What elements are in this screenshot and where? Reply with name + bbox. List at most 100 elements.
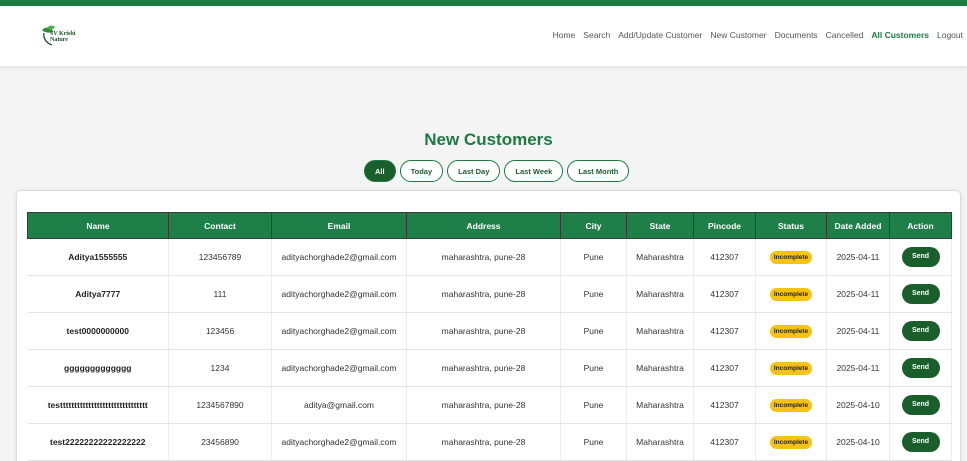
filter-today-button[interactable]: Today <box>399 160 444 182</box>
status-badge: Incomplete <box>769 435 813 449</box>
cell-contact: 123456 <box>168 312 272 350</box>
cell-contact: 111 <box>168 275 272 313</box>
column-header-pincode: Pincode <box>693 212 756 239</box>
column-header-address: Address <box>406 212 561 239</box>
column-header-date-added: Date Added <box>826 212 890 239</box>
nav-add-update-customer[interactable]: Add/Update Customer <box>618 30 702 40</box>
cell-date-added: 2025-04-11 <box>826 238 890 276</box>
cell-contact: 1234 <box>168 349 272 387</box>
cell-email: adityachorghade2@gmail.com <box>271 312 407 350</box>
cell-action: Send <box>889 349 952 387</box>
send-button[interactable]: Send <box>901 247 940 267</box>
cell-pincode: 412307 <box>693 349 756 387</box>
column-header-city: City <box>560 212 627 239</box>
cell-address: maharashtra, pune-28 <box>406 275 561 313</box>
main-nav: Home Search Add/Update Customer New Custome… <box>553 30 963 40</box>
cell-pincode: 412307 <box>693 275 756 313</box>
cell-status: Incomplete <box>755 275 827 313</box>
table-body: Aditya1555555 123456789 adityachorghade2@g… <box>27 238 952 461</box>
cell-email: aditya@gmail.com <box>271 386 407 424</box>
cell-city: Pune <box>560 238 627 276</box>
column-header-contact: Contact <box>168 212 272 239</box>
send-button[interactable]: Send <box>901 284 940 304</box>
cell-address: maharashtra, pune-28 <box>406 349 561 387</box>
cell-action: Send <box>889 275 952 313</box>
nav-home[interactable]: Home <box>553 30 576 40</box>
cell-name: ggggggggggggg <box>27 349 169 387</box>
column-header-state: State <box>626 212 694 239</box>
cell-contact: 123456789 <box>168 238 272 276</box>
page-title: New Customers <box>424 130 553 149</box>
cell-contact: 23456890 <box>168 423 272 461</box>
filter-all-button[interactable]: All <box>364 160 396 182</box>
cell-email: adityachorghade2@gmail.com <box>271 423 407 461</box>
send-button[interactable]: Send <box>901 432 940 452</box>
table-row: ggggggggggggg 1234 adityachorghade2@gmail.… <box>27 349 952 387</box>
table-header-row: Name Contact Email Address City State Pincode S… <box>27 212 952 239</box>
cell-action: Send <box>889 238 952 276</box>
cell-state: Maharashtra <box>626 312 694 350</box>
cell-city: Pune <box>560 423 627 461</box>
nav-cancelled[interactable]: Cancelled <box>826 30 864 40</box>
cell-action: Send <box>889 423 952 461</box>
cell-action: Send <box>889 312 952 350</box>
cell-date-added: 2025-04-11 <box>826 349 890 387</box>
table-row: Aditya1555555 123456789 adityachorghade2@g… <box>27 238 952 276</box>
cell-email: adityachorghade2@gmail.com <box>271 238 407 276</box>
cell-date-added: 2025-04-10 <box>826 386 890 424</box>
cell-address: maharashtra, pune-28 <box>406 238 561 276</box>
cell-date-added: 2025-04-10 <box>826 423 890 461</box>
table-row: test0000000000 123456 adityachorghade2@gma… <box>27 312 952 350</box>
status-badge: Incomplete <box>769 398 813 412</box>
cell-state: Maharashtra <box>626 238 694 276</box>
column-header-action: Action <box>889 212 952 239</box>
cell-name: Aditya7777 <box>27 275 169 313</box>
cell-name: test0000000000 <box>27 312 169 350</box>
table-row: testtttttttttttttttttttttttttttttt 123456… <box>27 386 952 424</box>
cell-pincode: 412307 <box>693 312 756 350</box>
status-badge: Incomplete <box>769 250 813 264</box>
cell-pincode: 412307 <box>693 423 756 461</box>
cell-address: maharashtra, pune-28 <box>406 423 561 461</box>
cell-name: Aditya1555555 <box>27 238 169 276</box>
cell-name: test22222222222222222 <box>27 423 169 461</box>
cell-email: adityachorghade2@gmail.com <box>271 275 407 313</box>
filter-last-week-button[interactable]: Last Week <box>504 160 564 182</box>
customers-table-card: Name Contact Email Address City State Pincode S… <box>16 190 961 461</box>
nav-all-customers[interactable]: All Customers <box>871 30 929 40</box>
filter-last-day-button[interactable]: Last Day <box>447 160 501 182</box>
table-row: Aditya7777 111 adityachorghade2@gmail.com m… <box>27 275 952 313</box>
cell-address: maharashtra, pune-28 <box>406 312 561 350</box>
send-button[interactable]: Send <box>901 395 940 415</box>
cell-date-added: 2025-04-11 <box>826 275 890 313</box>
customers-table: Name Contact Email Address City State Pincode S… <box>27 212 952 461</box>
send-button[interactable]: Send <box>901 321 940 341</box>
nav-logout[interactable]: Logout <box>937 30 963 40</box>
status-badge: Incomplete <box>769 287 813 301</box>
nav-new-customer[interactable]: New Customer <box>710 30 766 40</box>
cell-date-added: 2025-04-11 <box>826 312 890 350</box>
table-row: test22222222222222222 23456890 adityachorg… <box>27 423 952 461</box>
cell-city: Pune <box>560 275 627 313</box>
send-button[interactable]: Send <box>901 358 940 378</box>
status-badge: Incomplete <box>769 324 813 338</box>
cell-pincode: 412307 <box>693 238 756 276</box>
cell-state: Maharashtra <box>626 386 694 424</box>
cell-status: Incomplete <box>755 312 827 350</box>
cell-status: Incomplete <box>755 349 827 387</box>
filter-last-month-button[interactable]: Last Month <box>567 160 630 182</box>
cell-status: Incomplete <box>755 423 827 461</box>
nav-search[interactable]: Search <box>583 30 610 40</box>
cell-contact: 1234567890 <box>168 386 272 424</box>
logo-text: SV Krishi Nature <box>50 31 75 43</box>
cell-state: Maharashtra <box>626 423 694 461</box>
nav-documents[interactable]: Documents <box>775 30 818 40</box>
cell-status: Incomplete <box>755 238 827 276</box>
brand-logo[interactable]: SV Krishi Nature <box>38 24 88 50</box>
status-badge: Incomplete <box>769 361 813 375</box>
cell-action: Send <box>889 386 952 424</box>
navbar: SV Krishi Nature Home Search Add/Update Cu… <box>0 6 967 66</box>
cell-city: Pune <box>560 349 627 387</box>
column-header-name: Name <box>27 212 169 239</box>
cell-name: testtttttttttttttttttttttttttttttt <box>27 386 169 424</box>
